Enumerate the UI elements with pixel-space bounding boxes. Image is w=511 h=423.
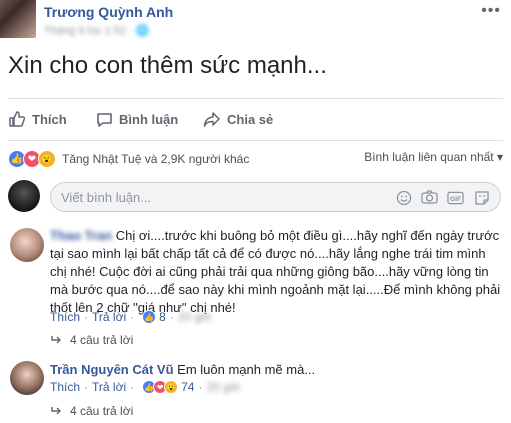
divider	[8, 98, 503, 99]
more-options-icon[interactable]: •••	[481, 2, 501, 20]
current-user-avatar	[8, 180, 40, 212]
commenter-avatar[interactable]	[10, 228, 44, 262]
wow-reaction-icon: 😮	[164, 380, 179, 394]
comment-timestamp[interactable]: 20 giờ	[206, 380, 240, 394]
wow-reaction-icon: 😮	[38, 150, 56, 168]
reactions-text[interactable]: Tăng Nhật Tuệ và 2,9K người khác	[62, 152, 249, 166]
comment-like-button[interactable]: Thích	[50, 310, 80, 324]
emoji-icon[interactable]	[395, 189, 412, 206]
comment-text: Thao Tran Chị ơi....trước khi buông bỏ m…	[50, 227, 505, 317]
commenter-name[interactable]: Thao Tran	[50, 228, 112, 243]
comment-placeholder: Viết bình luận...	[61, 190, 152, 205]
replies-count[interactable]: 4 câu trả lời	[70, 333, 133, 347]
comment-message: Em luôn mạnh mẽ mà...	[177, 362, 316, 377]
comment-reactions[interactable]: 👍	[142, 310, 157, 324]
comment-reply-button[interactable]: Trả lời	[92, 380, 126, 394]
comment-timestamp[interactable]: 20 giờ	[178, 310, 212, 324]
comment-reactions[interactable]: 👍 ❤ 😮	[142, 380, 179, 394]
reply-arrow-icon	[51, 336, 61, 344]
share-button[interactable]: Chia sẻ	[203, 108, 273, 130]
camera-icon[interactable]	[421, 189, 438, 206]
author-avatar[interactable]	[0, 0, 36, 38]
view-replies-link[interactable]: 4 câu trả lời	[50, 404, 133, 418]
like-label: Thích	[32, 111, 67, 127]
comment-reaction-count[interactable]: 8	[159, 310, 166, 324]
comment-text: Trần Nguyên Cát Vũ Em luôn mạnh mẽ mà...	[50, 361, 505, 379]
comment-like-button[interactable]: Thích	[50, 380, 80, 394]
share-arrow-icon	[203, 111, 220, 127]
post-header: Trương Quỳnh Anh Tháng 9 lúc 1:52 · 🌐 ••…	[0, 0, 511, 44]
gif-icon[interactable]: GIF	[447, 189, 464, 206]
post-timestamp[interactable]: Tháng 9 lúc 1:52 · 🌐	[44, 24, 149, 37]
comment-actions: Thích · Trả lời · 👍 8 · 20 giờ	[50, 310, 212, 324]
comment-input-tools: GIF	[395, 189, 490, 206]
comment-button[interactable]: Bình luận	[96, 108, 178, 130]
view-replies-link[interactable]: 4 câu trả lời	[50, 333, 133, 347]
author-name[interactable]: Trương Quỳnh Anh	[44, 4, 173, 20]
like-button[interactable]: Thích	[8, 108, 67, 130]
commenter-avatar[interactable]	[10, 361, 44, 395]
divider	[8, 140, 503, 141]
comment-input[interactable]: Viết bình luận... GIF	[50, 182, 501, 212]
share-label: Chia sẻ	[227, 111, 274, 127]
svg-text:GIF: GIF	[450, 195, 461, 202]
comment-label: Bình luận	[119, 111, 179, 127]
reactions-summary[interactable]: 👍 ❤ 😮 Tăng Nhật Tuệ và 2,9K người khác B…	[8, 150, 503, 168]
comment-actions: Thích · Trả lời · 👍 ❤ 😮 74 · 20 giờ	[50, 380, 241, 394]
sticker-icon[interactable]	[473, 189, 490, 206]
like-reaction-icon: 👍	[142, 310, 157, 324]
post-text: Xin cho con thêm sức mạnh...	[8, 52, 327, 79]
speech-bubble-icon	[97, 112, 112, 127]
comment-reply-button[interactable]: Trả lời	[92, 310, 126, 324]
thumbs-up-icon	[9, 111, 26, 127]
reply-arrow-icon	[51, 407, 61, 415]
replies-count[interactable]: 4 câu trả lời	[70, 404, 133, 418]
commenter-name[interactable]: Trần Nguyên Cát Vũ	[50, 362, 174, 377]
comment-filter-dropdown[interactable]: Bình luận liên quan nhất ▾	[364, 150, 503, 164]
comment-reaction-count[interactable]: 74	[181, 380, 194, 394]
comment-message: Chị ơi....trước khi buông bỏ một điều gì…	[50, 228, 501, 315]
